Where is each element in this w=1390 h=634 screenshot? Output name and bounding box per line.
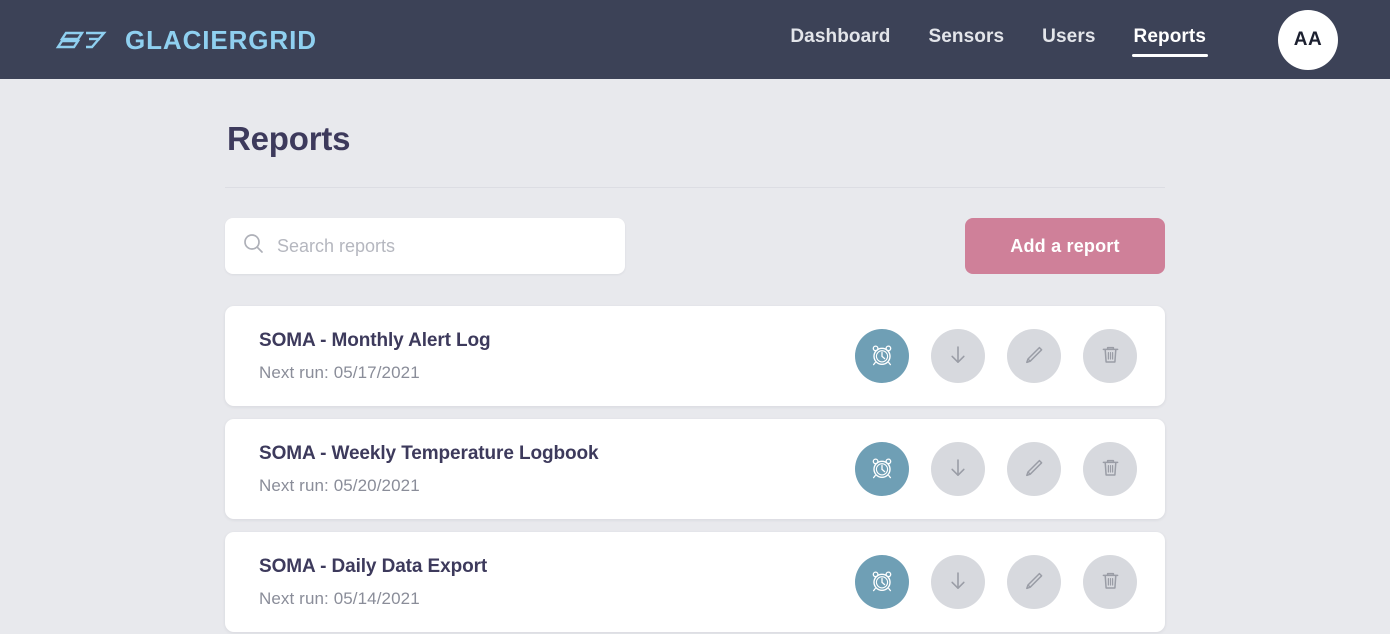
alarm-clock-icon	[869, 568, 895, 597]
edit-report-button[interactable]	[1007, 329, 1061, 383]
nav-item-sensors[interactable]: Sensors	[928, 26, 1004, 53]
add-report-button[interactable]: Add a report	[965, 218, 1165, 274]
report-name: SOMA - Daily Data Export	[259, 555, 488, 577]
report-row[interactable]: SOMA - Monthly Alert Log Next run: 05/17…	[225, 306, 1165, 406]
brand-logo[interactable]: GLACIERGRID	[52, 0, 317, 79]
edit-report-button[interactable]	[1007, 442, 1061, 496]
download-report-button[interactable]	[931, 555, 985, 609]
report-next-run: Next run: 05/20/2021	[259, 475, 420, 495]
report-next-run: Next run: 05/14/2021	[259, 588, 420, 608]
delete-report-button[interactable]	[1083, 442, 1137, 496]
search-icon	[243, 233, 264, 259]
report-next-run: Next run: 05/17/2021	[259, 362, 420, 382]
download-arrow-icon	[946, 569, 970, 596]
search-input[interactable]	[277, 235, 607, 257]
nav-item-users[interactable]: Users	[1042, 26, 1095, 53]
trash-delete-icon	[1099, 343, 1122, 369]
schedule-report-button[interactable]	[855, 329, 909, 383]
schedule-report-button[interactable]	[855, 555, 909, 609]
alarm-clock-icon	[869, 455, 895, 484]
trash-delete-icon	[1099, 569, 1122, 595]
user-avatar[interactable]: AA	[1278, 9, 1338, 70]
glaciergrid-logo-mark-icon	[52, 29, 116, 51]
report-row[interactable]: SOMA - Weekly Temperature Logbook Next r…	[225, 419, 1165, 519]
download-report-button[interactable]	[931, 442, 985, 496]
main-navigation: Dashboard Sensors Users Reports AA	[790, 0, 1338, 79]
nav-item-dashboard[interactable]: Dashboard	[790, 26, 890, 53]
page-content: Reports Add a report SOMA - Monthly Aler…	[225, 79, 1165, 632]
search-box[interactable]	[225, 218, 625, 274]
alarm-clock-icon	[869, 342, 895, 371]
report-name: SOMA - Weekly Temperature Logbook	[259, 442, 599, 464]
download-arrow-icon	[946, 343, 970, 370]
delete-report-button[interactable]	[1083, 555, 1137, 609]
report-info: SOMA - Monthly Alert Log Next run: 05/17…	[259, 330, 491, 383]
report-name: SOMA - Monthly Alert Log	[259, 329, 491, 351]
schedule-report-button[interactable]	[855, 442, 909, 496]
report-actions	[855, 555, 1137, 609]
report-info: SOMA - Weekly Temperature Logbook Next r…	[259, 442, 599, 496]
report-row[interactable]: SOMA - Daily Data Export Next run: 05/14…	[225, 532, 1165, 632]
edit-report-button[interactable]	[1007, 555, 1061, 609]
page-title: Reports	[227, 120, 351, 157]
brand-name: GLACIERGRID	[125, 24, 317, 55]
nav-item-reports[interactable]: Reports	[1131, 26, 1208, 57]
download-arrow-icon	[946, 456, 970, 483]
download-report-button[interactable]	[931, 329, 985, 383]
top-navigation-bar: GLACIERGRID Dashboard Sensors Users Repo…	[0, 0, 1390, 79]
delete-report-button[interactable]	[1083, 329, 1137, 383]
pencil-edit-icon	[1022, 456, 1046, 483]
reports-toolbar: Add a report	[225, 218, 1165, 274]
report-info: SOMA - Daily Data Export Next run: 05/14…	[259, 556, 487, 609]
title-divider	[225, 187, 1165, 188]
report-actions	[855, 329, 1137, 383]
pencil-edit-icon	[1022, 343, 1046, 370]
trash-delete-icon	[1099, 456, 1122, 482]
reports-list: SOMA - Monthly Alert Log Next run: 05/17…	[225, 306, 1165, 632]
pencil-edit-icon	[1022, 569, 1046, 596]
report-actions	[855, 442, 1137, 496]
